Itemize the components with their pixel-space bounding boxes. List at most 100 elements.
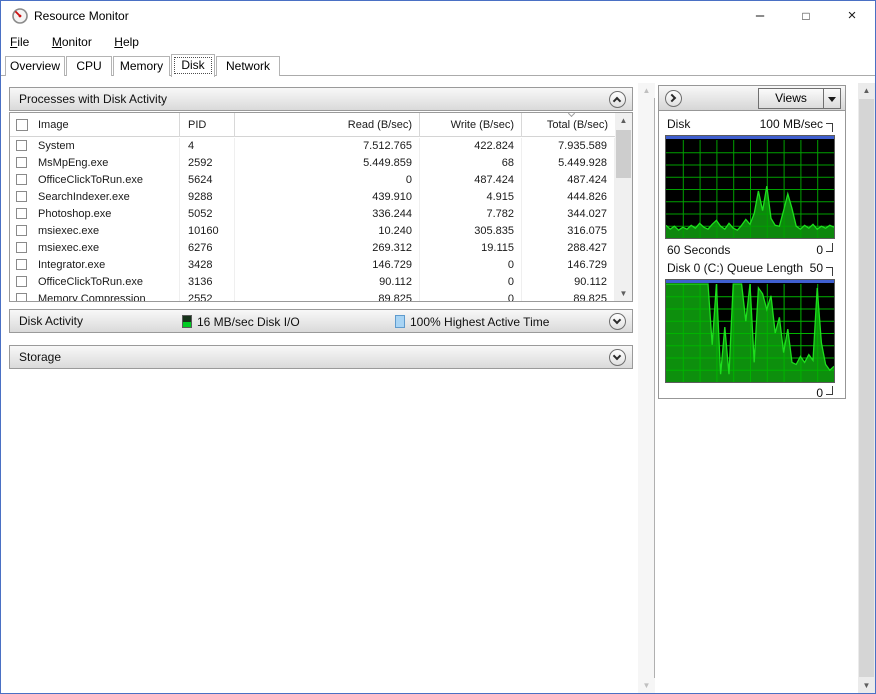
cell-total: 90.112 bbox=[522, 274, 615, 291]
queue-graph-scale: 50 bbox=[809, 261, 823, 275]
scroll-up-icon[interactable]: ▲ bbox=[858, 83, 875, 98]
close-button[interactable]: × bbox=[829, 1, 875, 31]
cell-image: Memory Compression bbox=[10, 291, 180, 301]
scroll-down-icon[interactable]: ▼ bbox=[638, 678, 655, 693]
expand-disk-activity-button[interactable] bbox=[609, 313, 626, 330]
expand-storage-button[interactable] bbox=[609, 349, 626, 366]
chevron-right-icon bbox=[667, 93, 677, 103]
tab-cpu[interactable]: CPU bbox=[66, 56, 112, 76]
table-header-row: Image PID Read (B/sec) Write (B/sec) Tot… bbox=[10, 113, 615, 137]
tab-memory[interactable]: Memory bbox=[113, 56, 170, 76]
table-row[interactable]: msiexec.exe 10160 10.240 305.835 316.075 bbox=[10, 223, 615, 240]
cell-read: 89.825 bbox=[235, 291, 420, 301]
queue-graph-zero: 0 bbox=[816, 386, 823, 400]
maximize-button[interactable]: □ bbox=[783, 1, 829, 31]
row-checkbox[interactable] bbox=[16, 174, 27, 185]
column-header-pid[interactable]: PID bbox=[180, 113, 235, 137]
scrollbar-thumb[interactable] bbox=[616, 130, 631, 178]
queue-graph-title: Disk 0 (C:) Queue Length bbox=[667, 261, 804, 275]
row-checkbox[interactable] bbox=[16, 242, 27, 253]
scale-bracket-bottom bbox=[826, 243, 833, 252]
table-row[interactable]: OfficeClickToRun.exe 3136 90.112 0 90.112 bbox=[10, 274, 615, 291]
scrollbar-thumb[interactable] bbox=[859, 99, 874, 677]
left-pane-scrollbar[interactable]: ▲ ▼ bbox=[638, 83, 655, 693]
disk-graph-title: Disk bbox=[667, 117, 691, 131]
views-button[interactable]: Views bbox=[758, 88, 824, 109]
column-header-image[interactable]: Image bbox=[10, 113, 180, 137]
processes-table: Image PID Read (B/sec) Write (B/sec) Tot… bbox=[9, 112, 633, 302]
chevron-up-icon bbox=[612, 96, 622, 106]
select-all-checkbox[interactable] bbox=[16, 119, 28, 131]
cell-total: 444.826 bbox=[522, 189, 615, 206]
cell-write: 7.782 bbox=[420, 206, 522, 223]
cell-read: 269.312 bbox=[235, 240, 420, 257]
table-row[interactable]: MsMpEng.exe 2592 5.449.859 68 5.449.928 bbox=[10, 155, 615, 172]
row-checkbox[interactable] bbox=[16, 259, 27, 270]
table-body: System 4 7.512.765 422.824 7.935.589 MsMpEng.… bbox=[10, 138, 615, 301]
column-header-read[interactable]: Read (B/sec) bbox=[235, 113, 420, 137]
menu-help[interactable]: Help bbox=[105, 31, 148, 53]
table-row[interactable]: Photoshop.exe 5052 336.244 7.782 344.027 bbox=[10, 206, 615, 223]
row-checkbox[interactable] bbox=[16, 191, 27, 202]
title-bar: Resource Monitor – □ × bbox=[1, 1, 875, 31]
cell-image: MsMpEng.exe bbox=[10, 155, 180, 172]
menu-file[interactable]: File bbox=[1, 31, 38, 53]
cell-read: 90.112 bbox=[235, 274, 420, 291]
chevron-down-icon bbox=[612, 315, 622, 325]
scale-bracket-top bbox=[826, 267, 833, 276]
table-row[interactable]: msiexec.exe 6276 269.312 19.115 288.427 bbox=[10, 240, 615, 257]
cell-total: 5.449.928 bbox=[522, 155, 615, 172]
table-row[interactable]: Memory Compression 2552 89.825 0 89.825 bbox=[10, 291, 615, 301]
chevron-down-icon bbox=[612, 351, 622, 361]
scroll-up-icon[interactable]: ▲ bbox=[615, 113, 632, 128]
row-checkbox[interactable] bbox=[16, 293, 27, 301]
scale-bracket-top bbox=[826, 123, 833, 132]
tab-disk-selected[interactable]: Disk bbox=[171, 54, 215, 77]
disk-activity-title: Disk Activity bbox=[19, 314, 84, 328]
cell-write: 0 bbox=[420, 291, 522, 301]
processes-section-header[interactable]: Processes with Disk Activity bbox=[9, 87, 633, 111]
collapse-panel-button[interactable] bbox=[665, 90, 682, 107]
cell-write: 305.835 bbox=[420, 223, 522, 240]
row-checkbox[interactable] bbox=[16, 140, 27, 151]
row-checkbox[interactable] bbox=[16, 225, 27, 236]
column-header-total[interactable]: Total (B/sec) bbox=[522, 113, 615, 137]
disk-activity-section-header[interactable]: Disk Activity 16 MB/sec Disk I/O 100% Hi… bbox=[9, 309, 633, 333]
cell-total: 487.424 bbox=[522, 172, 615, 189]
column-header-write[interactable]: Write (B/sec) bbox=[420, 113, 522, 137]
storage-section-header[interactable]: Storage bbox=[9, 345, 633, 369]
table-row[interactable]: SearchIndexer.exe 9288 439.910 4.915 444.826 bbox=[10, 189, 615, 206]
tab-overview[interactable]: Overview bbox=[5, 56, 65, 76]
cell-pid: 5052 bbox=[180, 206, 235, 223]
table-row[interactable]: Integrator.exe 3428 146.729 0 146.729 bbox=[10, 257, 615, 274]
cell-write: 68 bbox=[420, 155, 522, 172]
cell-pid: 6276 bbox=[180, 240, 235, 257]
active-time-gauge-icon bbox=[395, 315, 405, 328]
cell-write: 0 bbox=[420, 274, 522, 291]
scroll-down-icon[interactable]: ▼ bbox=[615, 286, 632, 301]
table-scrollbar[interactable]: ▲ ▼ bbox=[615, 113, 632, 301]
tab-strip: Overview CPU Memory Disk Network bbox=[1, 53, 875, 77]
cell-pid: 3428 bbox=[180, 257, 235, 274]
minimize-button[interactable]: – bbox=[737, 1, 783, 31]
cell-read: 10.240 bbox=[235, 223, 420, 240]
scroll-up-icon[interactable]: ▲ bbox=[638, 83, 655, 98]
row-checkbox[interactable] bbox=[16, 157, 27, 168]
storage-title: Storage bbox=[19, 350, 62, 364]
cell-read: 439.910 bbox=[235, 189, 420, 206]
cell-write: 0 bbox=[420, 257, 522, 274]
row-checkbox[interactable] bbox=[16, 276, 27, 287]
cell-image: Integrator.exe bbox=[10, 257, 180, 274]
cell-write: 19.115 bbox=[420, 240, 522, 257]
scroll-down-icon[interactable]: ▼ bbox=[858, 678, 875, 693]
menu-monitor[interactable]: Monitor bbox=[43, 31, 101, 53]
table-row[interactable]: System 4 7.512.765 422.824 7.935.589 bbox=[10, 138, 615, 155]
table-row[interactable]: OfficeClickToRun.exe 5624 0 487.424 487.424 bbox=[10, 172, 615, 189]
tab-network[interactable]: Network bbox=[216, 56, 280, 76]
row-checkbox[interactable] bbox=[16, 208, 27, 219]
disk-io-gauge-icon bbox=[182, 315, 192, 328]
collapse-processes-button[interactable] bbox=[609, 91, 626, 108]
right-panel-scrollbar[interactable]: ▲ ▼ bbox=[858, 83, 875, 693]
views-dropdown-button[interactable] bbox=[824, 88, 841, 109]
cell-read: 146.729 bbox=[235, 257, 420, 274]
